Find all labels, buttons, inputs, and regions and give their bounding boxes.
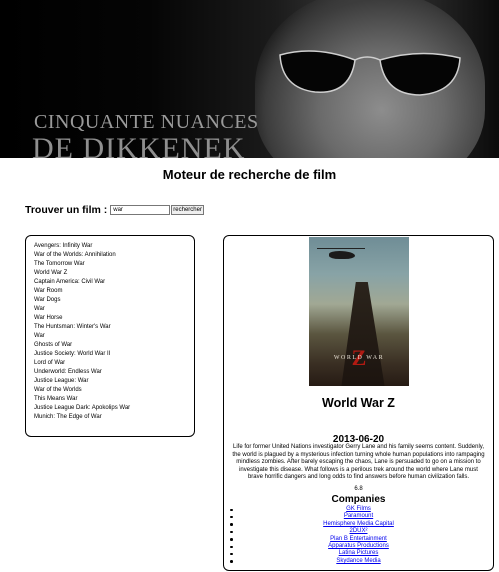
- company-item: Paramount: [224, 513, 493, 520]
- results-panel: Avengers: Infinity War War of the Worlds:…: [25, 235, 195, 437]
- movie-detail-panel: Z WORLD WAR World War Z 2013-06-20 Life …: [223, 235, 494, 571]
- company-item: Latina Pictures: [224, 550, 493, 557]
- results-list: Avengers: Infinity War War of the Worlds:…: [34, 242, 186, 422]
- bullet-icon: [230, 552, 233, 556]
- result-item[interactable]: Underworld: Endless War: [34, 368, 186, 377]
- company-link[interactable]: Plan B Entertainment: [330, 536, 387, 542]
- search-input[interactable]: [110, 205, 171, 215]
- page-title: Moteur de recherche de film: [162, 167, 337, 182]
- result-item[interactable]: The Huntsman: Winter's War: [34, 323, 186, 332]
- company-link[interactable]: Skydance Media: [336, 558, 380, 564]
- company-link[interactable]: 2DUX²: [349, 528, 367, 534]
- bullet-icon: [230, 538, 233, 541]
- movie-title: World War Z: [322, 396, 395, 410]
- company-link[interactable]: Paramount: [344, 513, 373, 519]
- company-link[interactable]: GK Films: [346, 506, 371, 512]
- result-item[interactable]: War: [34, 332, 186, 341]
- result-item[interactable]: War Horse: [34, 314, 186, 323]
- company-item: Skydance Media: [224, 558, 493, 565]
- result-item[interactable]: War Dogs: [34, 296, 186, 305]
- result-item[interactable]: World War Z: [34, 269, 186, 278]
- result-item[interactable]: Munich: The Edge of War: [34, 413, 186, 422]
- result-item[interactable]: This Means War: [34, 395, 186, 404]
- result-item[interactable]: The Tomorrow War: [34, 260, 186, 269]
- logo-line-1: CINQUANTE NUANCES: [34, 111, 259, 133]
- result-item[interactable]: Justice League Dark: Apokolips War: [34, 404, 186, 413]
- company-link[interactable]: Apparatus Productions: [328, 543, 389, 549]
- company-item: GK Films: [224, 506, 493, 513]
- result-item[interactable]: Captain America: Civil War: [34, 278, 186, 287]
- bullet-icon: [230, 515, 233, 519]
- result-item[interactable]: War of the Worlds: Annihilation: [34, 251, 186, 260]
- bullet-icon: [230, 523, 233, 526]
- companies-heading: Companies: [331, 494, 386, 505]
- movie-overview: Life for former United Nations investiga…: [232, 444, 485, 480]
- result-item[interactable]: Justice League: War: [34, 377, 186, 386]
- bullet-icon: [230, 560, 233, 563]
- company-item: Hemisphere Media Capital: [224, 521, 493, 528]
- result-item[interactable]: Avengers: Infinity War: [34, 242, 186, 251]
- companies-list: GK FilmsParamount Hemisphere Media Capita…: [224, 506, 493, 565]
- company-item: Apparatus Productions: [224, 543, 493, 550]
- poster-title: WORLD WAR: [333, 355, 385, 361]
- result-item[interactable]: Lord of War: [34, 359, 186, 368]
- bullet-icon: [230, 508, 233, 511]
- sunglasses-graphic: [279, 50, 461, 96]
- poster-rotor: [317, 248, 365, 249]
- logo-line-2: DE DIKKENEK: [32, 132, 246, 159]
- header-banner: CINQUANTE NUANCES DE DIKKENEK: [0, 0, 499, 158]
- search-form: Trouver un film : rechercher: [25, 204, 204, 216]
- company-item: Plan B Entertainment: [224, 536, 493, 543]
- poster-helicopter: [329, 251, 355, 259]
- search-button[interactable]: rechercher: [171, 205, 204, 215]
- search-label: Trouver un film :: [25, 204, 108, 216]
- movie-rating: 6.8: [354, 486, 363, 492]
- bullet-icon: [230, 545, 233, 549]
- bullet-icon: [230, 530, 233, 534]
- result-item[interactable]: War: [34, 305, 186, 314]
- movie-poster: Z WORLD WAR: [309, 237, 409, 386]
- result-item[interactable]: Justice Society: World War II: [34, 350, 186, 359]
- result-item[interactable]: Ghosts of War: [34, 341, 186, 350]
- company-link[interactable]: Hemisphere Media Capital: [323, 521, 394, 527]
- company-item: 2DUX²: [224, 528, 493, 535]
- result-item[interactable]: War Room: [34, 287, 186, 296]
- result-item[interactable]: War of the Worlds: [34, 386, 186, 395]
- company-link[interactable]: Latina Pictures: [339, 550, 379, 556]
